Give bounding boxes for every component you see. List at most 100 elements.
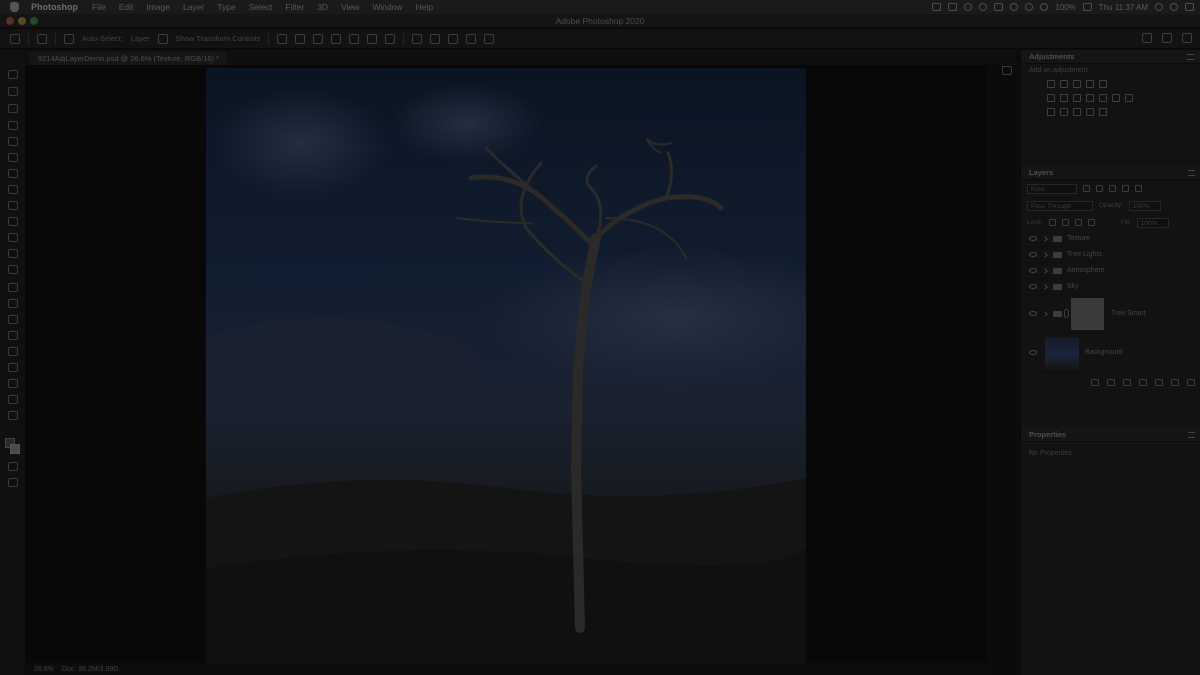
visibility-eye-icon[interactable] (1029, 252, 1037, 257)
gradient-adjust-icon[interactable] (1099, 80, 1107, 88)
new-layer-icon[interactable] (1171, 379, 1179, 386)
color-lookup-icon[interactable] (1125, 94, 1133, 102)
history-brush-tool-icon[interactable] (8, 233, 18, 242)
hand-tool-icon[interactable] (8, 379, 18, 388)
align-middle-icon[interactable] (295, 33, 306, 44)
chevron-right-icon[interactable] (1042, 283, 1048, 290)
more-options-icon[interactable] (385, 33, 396, 44)
move-tool-icon[interactable] (8, 70, 18, 79)
menu-image[interactable]: Image (146, 2, 170, 12)
siri-icon[interactable] (1170, 3, 1178, 11)
menu-3d[interactable]: 3D (317, 2, 328, 12)
display-icon[interactable] (932, 3, 942, 11)
layer-thumbnail[interactable] (1071, 298, 1104, 330)
opacity-input[interactable]: 100% (1128, 200, 1161, 211)
layer-style-icon[interactable] (1107, 379, 1115, 386)
screen-mode-icon[interactable] (8, 478, 18, 487)
lock-artboard-icon[interactable] (1074, 219, 1082, 226)
3d-slide-icon[interactable] (466, 33, 477, 44)
brush-tool-icon[interactable] (8, 201, 18, 210)
quick-mask-icon[interactable] (8, 462, 18, 471)
selective-color-icon[interactable] (1086, 108, 1094, 116)
document-tab[interactable]: 9214AdjLayerDemo.psd @ 26.6% (Texture, R… (30, 52, 228, 65)
layer-name[interactable]: Background (1085, 349, 1122, 356)
3d-roll-icon[interactable] (430, 33, 441, 44)
visibility-eye-icon[interactable] (1029, 311, 1037, 316)
dodge-tool-icon[interactable] (8, 299, 18, 308)
menu-select[interactable]: Select (249, 2, 273, 12)
lock-position-icon[interactable] (1061, 219, 1069, 226)
lock-all-icon[interactable] (1087, 219, 1095, 226)
menu-view[interactable]: View (341, 2, 359, 12)
smart-object-filter-icon[interactable] (1135, 185, 1142, 192)
link-layers-icon[interactable] (1091, 379, 1099, 386)
layer-name[interactable]: Tree Smart (1111, 310, 1146, 317)
trash-icon[interactable] (1187, 379, 1195, 386)
quick-select-tool-icon[interactable] (8, 121, 18, 130)
background-color-swatch[interactable] (10, 444, 20, 454)
share-icon[interactable] (1182, 33, 1192, 43)
vibrance-icon[interactable] (1047, 94, 1055, 102)
volume-icon[interactable] (1040, 3, 1049, 11)
posterize-icon[interactable] (1060, 108, 1068, 116)
screen-record-icon[interactable] (948, 3, 958, 11)
type-tool-icon[interactable] (8, 331, 18, 340)
workspace-icon[interactable] (1162, 33, 1172, 43)
battery-icon[interactable] (1082, 3, 1092, 11)
3d-pan-icon[interactable] (448, 33, 459, 44)
menu-window[interactable]: Window (372, 2, 402, 12)
notification-center-icon[interactable] (1185, 3, 1194, 11)
layer-name[interactable]: Sky (1067, 283, 1079, 290)
brightness-contrast-icon[interactable] (1047, 80, 1055, 88)
document-canvas[interactable] (206, 68, 806, 663)
panel-menu-icon[interactable] (1188, 432, 1195, 438)
fill-input[interactable]: 100% (1136, 217, 1169, 228)
transform-controls-checkbox[interactable] (157, 33, 168, 44)
pen-tool-icon[interactable] (8, 315, 18, 324)
align-left-icon[interactable] (331, 33, 342, 44)
edit-toolbar-icon[interactable] (8, 411, 18, 420)
3d-orbit-icon[interactable] (412, 33, 423, 44)
type-filter-icon[interactable] (1109, 185, 1116, 192)
layer-row[interactable]: Tree Smart (1021, 295, 1200, 333)
blur-tool-icon[interactable] (8, 283, 18, 292)
menubar-clock[interactable]: Thu 11:37 AM (1099, 3, 1148, 12)
align-right-icon[interactable] (367, 33, 378, 44)
3d-scale-icon[interactable] (484, 33, 495, 44)
pixel-filter-icon[interactable] (1083, 185, 1090, 192)
align-top-icon[interactable] (277, 33, 288, 44)
chevron-right-icon[interactable] (1042, 267, 1048, 274)
eyedropper-tool-icon[interactable] (8, 169, 18, 178)
cloud-icon[interactable] (994, 3, 1004, 11)
layer-name[interactable]: Atmosphere (1067, 267, 1105, 274)
layers-panel-title[interactable]: Layers (1021, 166, 1200, 180)
link-icon[interactable] (1064, 309, 1069, 318)
app-menu[interactable]: Photoshop (31, 2, 78, 12)
healing-brush-tool-icon[interactable] (8, 185, 18, 194)
exposure-icon[interactable] (1086, 80, 1094, 88)
visibility-eye-icon[interactable] (1029, 350, 1037, 355)
layer-row[interactable]: Texture (1021, 231, 1200, 247)
blend-mode-select[interactable]: Pass Through (1027, 200, 1093, 211)
apple-logo-icon[interactable] (10, 2, 19, 12)
menu-type[interactable]: Type (217, 2, 235, 12)
auto-select-target-dropdown[interactable]: Layer (131, 34, 150, 43)
wifi-icon[interactable] (1025, 3, 1034, 11)
history-panel-icon[interactable] (1002, 66, 1012, 75)
adjustments-panel-title[interactable]: Adjustments (1021, 50, 1200, 64)
menu-layer[interactable]: Layer (183, 2, 204, 12)
chevron-right-icon[interactable] (1042, 235, 1048, 242)
shape-filter-icon[interactable] (1122, 185, 1129, 192)
zoom-level[interactable]: 26.6% (34, 666, 54, 673)
menu-help[interactable]: Help (416, 2, 433, 12)
visibility-eye-icon[interactable] (1029, 236, 1037, 241)
search-icon[interactable] (1155, 3, 1163, 11)
layer-name[interactable]: Tree Lights (1067, 251, 1102, 258)
clone-stamp-tool-icon[interactable] (8, 217, 18, 226)
lock-pixels-icon[interactable] (1048, 219, 1056, 226)
hue-saturation-icon[interactable] (1060, 94, 1068, 102)
menu-edit[interactable]: Edit (119, 2, 134, 12)
properties-panel-title[interactable]: Properties (1021, 428, 1200, 442)
chevron-right-icon[interactable] (1042, 310, 1048, 317)
layer-row[interactable]: Background (1021, 333, 1200, 373)
